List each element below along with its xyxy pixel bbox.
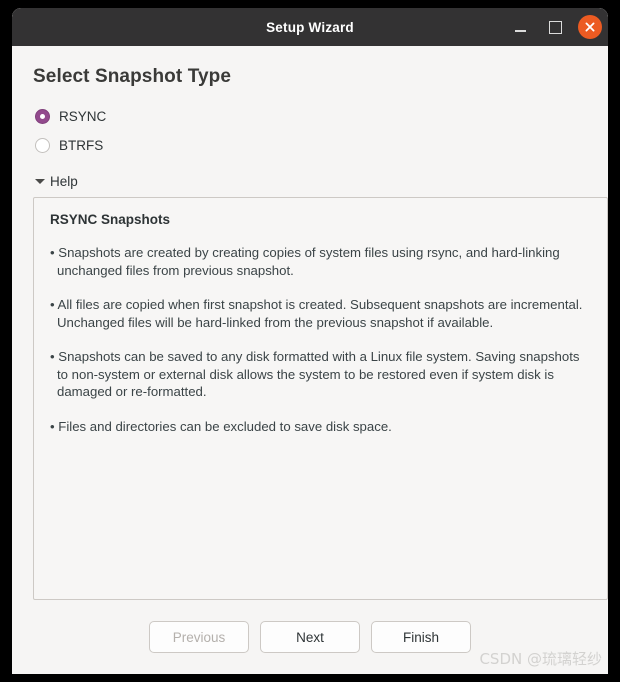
help-disclosure-toggle[interactable]: Help xyxy=(35,171,596,191)
radio-unselected-icon[interactable] xyxy=(35,137,50,153)
window-controls xyxy=(508,8,602,46)
help-bullet: • Snapshots are created by creating copi… xyxy=(50,245,560,278)
radio-label-btrfs: BTRFS xyxy=(59,137,104,153)
help-toggle-label: Help xyxy=(50,173,78,189)
radio-selected-icon[interactable] xyxy=(35,108,50,124)
page-title: Select Snapshot Type xyxy=(33,66,232,87)
maximize-icon[interactable] xyxy=(543,15,567,39)
help-bullet: • Files and directories can be excluded … xyxy=(50,418,392,434)
help-bullet: • All files are copied when first snapsh… xyxy=(50,297,583,330)
radio-label-rsync: RSYNC xyxy=(59,108,107,124)
help-panel: RSYNC Snapshots • Snapshots are created … xyxy=(33,197,608,600)
window-titlebar: Setup Wizard xyxy=(12,8,608,46)
finish-button[interactable]: Finish xyxy=(371,621,471,653)
help-heading: RSYNC Snapshots xyxy=(50,212,171,227)
chevron-down-icon xyxy=(35,178,45,184)
previous-button[interactable]: Previous xyxy=(149,621,249,653)
window-content: Select Snapshot Type RSYNC BTRFS Help RS… xyxy=(12,46,608,674)
snapshot-type-radio-group: RSYNC BTRFS xyxy=(35,104,596,162)
radio-option-rsync[interactable]: RSYNC xyxy=(35,104,596,128)
setup-wizard-window: Setup Wizard Select Snapshot Type RSYNC … xyxy=(12,8,608,674)
window-title: Setup Wizard xyxy=(266,19,354,35)
close-icon[interactable] xyxy=(578,15,602,39)
minimize-icon[interactable] xyxy=(508,15,532,39)
wizard-footer: Previous Next Finish CSDN @琉璃轻纱 xyxy=(24,600,602,674)
next-button[interactable]: Next xyxy=(260,621,360,653)
watermark: CSDN @琉璃轻纱 xyxy=(479,650,602,668)
radio-option-btrfs[interactable]: BTRFS xyxy=(35,133,596,157)
help-bullet: • Snapshots can be saved to any disk for… xyxy=(50,349,580,399)
